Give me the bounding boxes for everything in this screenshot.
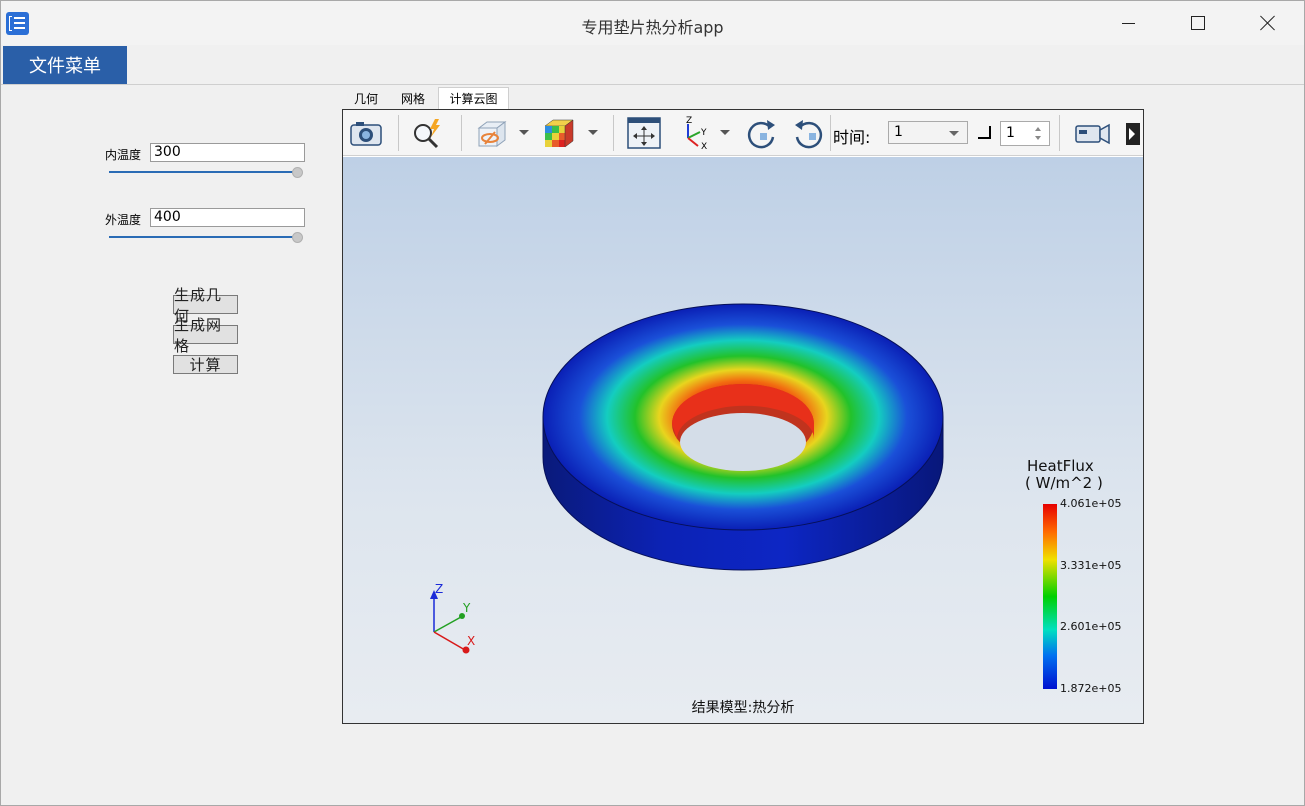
inner-temp-label: 内温度 <box>105 148 142 162</box>
legend-title: HeatFlux <box>1027 457 1094 475</box>
step-spinbox-value: 1 <box>1006 125 1015 141</box>
camera-icon[interactable] <box>348 116 384 150</box>
outer-temp-input[interactable]: 400 <box>150 208 305 227</box>
step-spinbox[interactable]: 1 <box>1000 121 1050 146</box>
triad-x-label: X <box>467 634 475 648</box>
legend-color-bar <box>1043 504 1057 689</box>
triad-y-label: Y <box>462 601 471 615</box>
axis-triad: Z Y X <box>430 582 475 654</box>
maximize-icon <box>1191 16 1205 30</box>
triad-z-label: Z <box>435 582 443 596</box>
inner-temp-slider-handle[interactable] <box>292 167 303 178</box>
step-checkbox[interactable] <box>978 126 991 139</box>
minimize-button[interactable] <box>1094 1 1164 45</box>
color-dropdown-icon[interactable] <box>588 130 598 135</box>
legend-tick: 1.872e+05 <box>1060 682 1122 695</box>
chevron-down-icon <box>949 131 959 136</box>
contour-canvas[interactable]: Z Y X HeatFlux ( W/m^2 ) 4.061e+05 3.331… <box>343 157 1143 723</box>
legend-tick: 3.331e+05 <box>1060 559 1122 572</box>
maximize-button[interactable] <box>1164 1 1234 45</box>
file-menu-button[interactable]: 文件菜单 <box>3 46 127 84</box>
tab-geometry[interactable]: 几何 <box>346 87 386 109</box>
generate-geometry-button[interactable]: 生成几何 <box>173 286 238 325</box>
legend-tick: 2.601e+05 <box>1060 620 1122 633</box>
fit-view-icon[interactable] <box>626 116 662 150</box>
outer-temp-slider-handle[interactable] <box>292 232 303 243</box>
compute-button[interactable]: 计算 <box>173 355 238 374</box>
outer-temp-label: 外温度 <box>105 213 142 227</box>
time-select-value: 1 <box>894 124 903 140</box>
app-window: 专用垫片热分析app 文件菜单 内温度 300 外温度 400 生成几何 生成网… <box>0 0 1305 806</box>
axes-dropdown-icon[interactable] <box>720 130 730 135</box>
color-cube-icon[interactable] <box>541 116 577 150</box>
legend-units: ( W/m^2 ) <box>1025 474 1103 492</box>
time-label: 时间: <box>833 128 871 147</box>
spin-up-icon[interactable] <box>1035 127 1041 131</box>
menu-bar: 文件菜单 <box>1 45 1304 85</box>
rotate-cw-icon[interactable] <box>743 116 779 150</box>
display-mode-icon[interactable] <box>473 116 509 150</box>
washer-model: Z Y X <box>430 303 1057 689</box>
close-button[interactable] <box>1234 1 1304 45</box>
display-mode-dropdown-icon[interactable] <box>519 130 529 135</box>
time-select[interactable]: 1 <box>888 121 968 144</box>
more-icon[interactable] <box>1123 116 1141 150</box>
tab-mesh[interactable]: 网格 <box>393 87 433 109</box>
video-camera-icon[interactable] <box>1073 116 1110 150</box>
result-model-label: 结果模型:热分析 <box>691 700 795 716</box>
inner-temp-input[interactable]: 300 <box>150 143 305 162</box>
svg-text:Z: Z <box>686 116 692 126</box>
minimize-icon <box>1122 23 1135 24</box>
svg-text:Y: Y <box>700 128 707 138</box>
outer-temp-slider[interactable] <box>109 236 297 238</box>
zoom-flash-icon[interactable] <box>409 116 445 150</box>
viewer-toolbar: Z Y X 时间: 1 1 <box>343 110 1143 156</box>
spin-down-icon[interactable] <box>1035 136 1041 140</box>
result-viewer: Z Y X 时间: 1 1 Z Y X HeatFlux (W/m^2) 4… <box>342 109 1144 724</box>
inner-temp-slider[interactable] <box>109 171 297 173</box>
axes-orientation-icon[interactable]: Z Y X <box>676 116 712 152</box>
title-bar: 专用垫片热分析app <box>1 1 1304 45</box>
legend-tick: 4.061e+05 <box>1060 497 1122 510</box>
rotate-ccw-icon[interactable] <box>791 116 827 150</box>
generate-mesh-button[interactable]: 生成网格 <box>173 316 238 355</box>
svg-text:X: X <box>701 142 707 150</box>
tab-result-contour[interactable]: 计算云图 <box>438 87 509 109</box>
